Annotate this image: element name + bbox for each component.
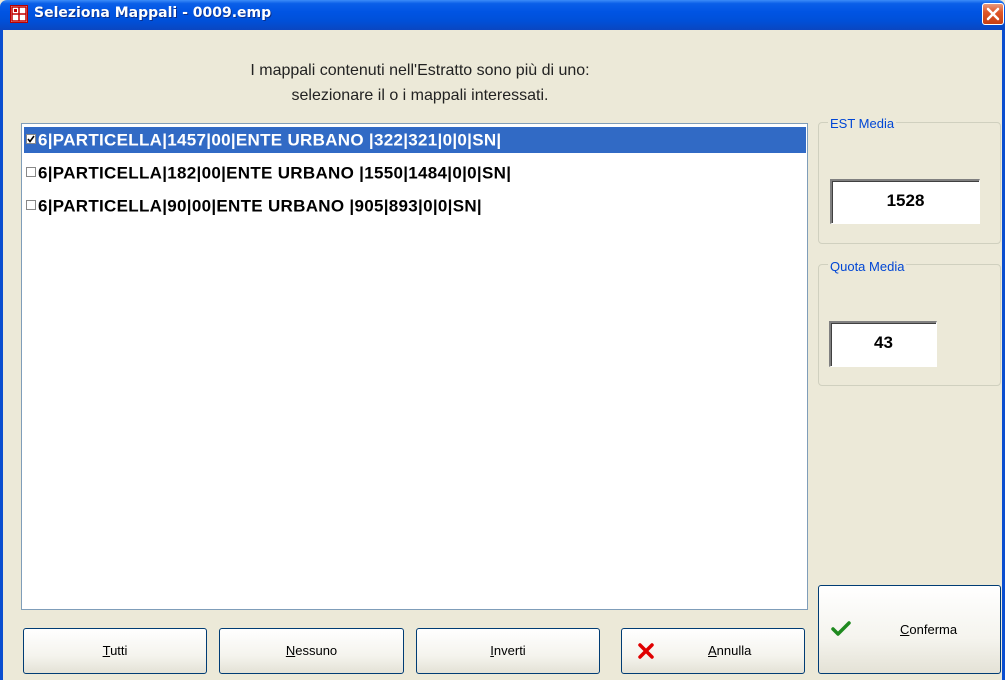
instruction-line-1: I mappali contenuti nell'Estratto sono p… xyxy=(250,62,590,79)
nessuno-button[interactable]: Nessuno xyxy=(219,628,404,674)
close-button[interactable] xyxy=(982,3,1004,25)
inverti-button[interactable]: Inverti xyxy=(416,628,600,674)
grid-app-icon xyxy=(10,5,28,23)
est-media-label: EST Media xyxy=(828,116,897,131)
tutti-label: utti xyxy=(110,643,128,658)
conferma-mnemonic: C xyxy=(900,622,910,637)
conferma-button[interactable]: Conferma xyxy=(818,585,1001,674)
quota-media-label: Quota Media xyxy=(828,259,907,274)
mappali-listbox[interactable]: 6|PARTICELLA|1457|00|ENTE URBANO |322|32… xyxy=(21,123,808,610)
conferma-label: onferma xyxy=(909,622,958,637)
item-checkbox[interactable] xyxy=(26,166,36,177)
checkmark-icon xyxy=(27,135,35,143)
tutti-button[interactable]: Tutti xyxy=(23,628,207,674)
annulla-label: nnulla xyxy=(716,643,752,658)
list-item-text: 6|PARTICELLA|90|00|ENTE URBANO |905|893|… xyxy=(38,196,482,216)
inverti-label: nverti xyxy=(493,643,526,658)
instruction-line-2: selezionare il o i mappali interessati. xyxy=(291,87,549,104)
tutti-mnemonic: T xyxy=(102,643,111,658)
checkmark-icon xyxy=(831,621,851,636)
close-icon xyxy=(986,7,1000,21)
est-media-field[interactable]: 1528 xyxy=(830,179,980,224)
list-item[interactable]: 6|PARTICELLA|1457|00|ENTE URBANO |322|32… xyxy=(24,127,806,153)
annulla-button[interactable]: Annulla xyxy=(621,628,805,674)
title-bar[interactable]: Seleziona Mappali - 0009.emp xyxy=(0,0,1005,30)
annulla-mnemonic: A xyxy=(708,643,717,658)
list-item[interactable]: 6|PARTICELLA|182|00|ENTE URBANO |1550|14… xyxy=(24,160,806,186)
list-item-text: 6|PARTICELLA|182|00|ENTE URBANO |1550|14… xyxy=(38,163,512,183)
window-title: Seleziona Mappali - 0009.emp xyxy=(34,5,272,21)
nessuno-label: essuno xyxy=(295,643,338,658)
quota-media-field[interactable]: 43 xyxy=(829,321,937,367)
x-icon xyxy=(638,643,654,659)
item-checkbox[interactable] xyxy=(26,199,36,210)
list-item-text: 6|PARTICELLA|1457|00|ENTE URBANO |322|32… xyxy=(38,130,502,150)
nessuno-mnemonic: N xyxy=(285,643,296,658)
list-item[interactable]: 6|PARTICELLA|90|00|ENTE URBANO |905|893|… xyxy=(24,193,806,219)
item-checkbox[interactable] xyxy=(26,133,36,144)
